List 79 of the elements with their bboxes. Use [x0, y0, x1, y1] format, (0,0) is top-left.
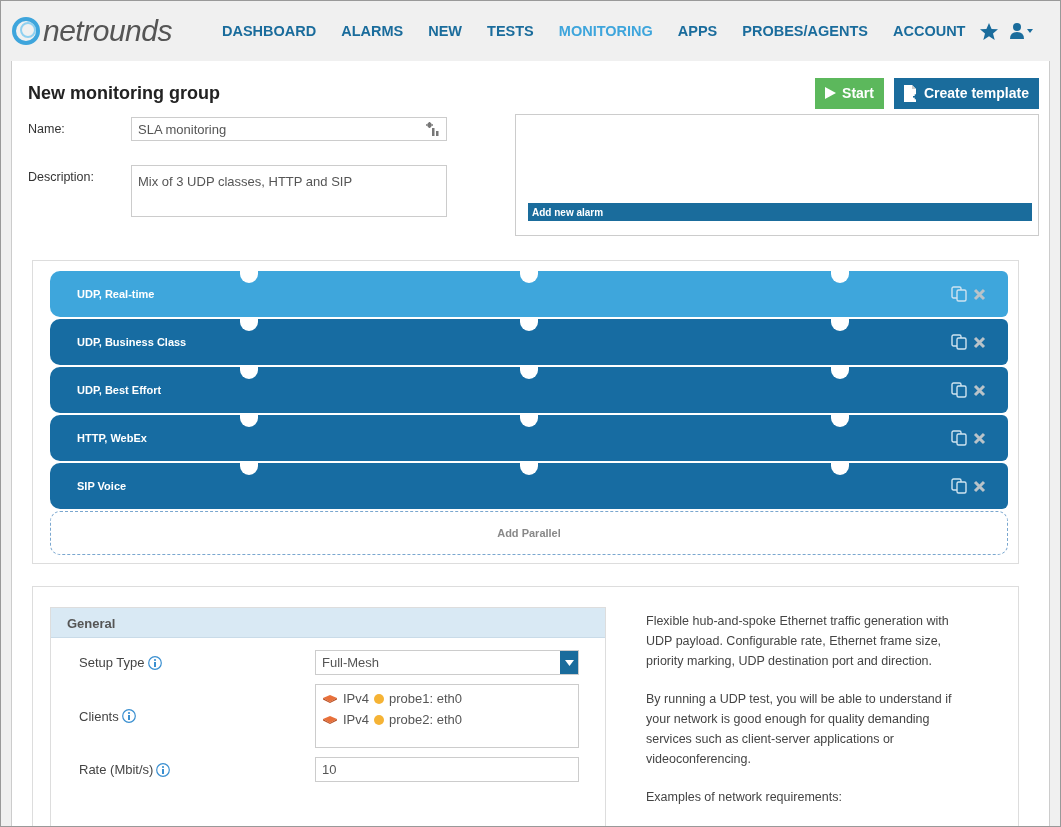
nav-link[interactable]: DASHBOARD	[221, 23, 317, 39]
nav-link[interactable]: ACCOUNT	[892, 23, 966, 39]
test-label: UDP, Real-time	[77, 288, 155, 300]
user-icon[interactable]	[1009, 22, 1036, 40]
description-text: By running a UDP test, you will be able to understand if your network is good enough for quality demanding services such as client-server applications or videoconferencing.	[646, 691, 953, 768]
connector-notch	[240, 271, 258, 283]
connector-notch	[831, 463, 849, 475]
connector-notch	[520, 319, 538, 331]
section-header: General	[51, 608, 605, 638]
field-value: SLA monitoring	[138, 121, 227, 137]
nav-link[interactable]: PROBES/AGENTS	[742, 23, 868, 39]
nav-link[interactable]: ALARMS	[341, 23, 404, 39]
field-label: Setup Type	[79, 655, 145, 670]
create-template-button[interactable]: Create template	[893, 77, 1039, 109]
rate-field[interactable]: 10	[315, 757, 579, 782]
copy-icon[interactable]	[951, 430, 967, 446]
connector-notch	[240, 463, 258, 475]
star-icon[interactable]	[979, 21, 1000, 41]
play-icon	[825, 87, 837, 99]
logo-icon	[11, 16, 41, 46]
field-value: 10	[322, 762, 337, 777]
copy-icon[interactable]	[951, 334, 967, 350]
page-title: New monitoring group	[28, 82, 220, 104]
nav-link[interactable]: NEW	[428, 23, 463, 39]
router-icon	[322, 694, 338, 703]
clients-field[interactable]: IPv4 probe1: eth0 IPv4 probe2: eth0	[315, 684, 579, 748]
connector-notch	[831, 367, 849, 379]
close-icon[interactable]	[973, 431, 986, 445]
connector-notch	[520, 271, 538, 283]
test-block[interactable]: UDP, Best Effort	[50, 367, 1008, 413]
setup-type-dropdown[interactable]: Full-Mesh	[315, 650, 579, 675]
test-block[interactable]: UDP, Business Class	[50, 319, 1008, 365]
wand-icon[interactable]	[426, 122, 440, 136]
connector-notch	[831, 319, 849, 331]
connector-notch	[240, 319, 258, 331]
connector-notch	[240, 415, 258, 427]
probe-name: probe2: eth0	[389, 712, 463, 727]
info-icon[interactable]	[121, 709, 136, 723]
close-icon[interactable]	[973, 383, 986, 397]
copy-icon[interactable]	[951, 286, 967, 302]
test-block[interactable]: HTTP, WebEx	[50, 415, 1008, 461]
test-label: SIP Voice	[77, 480, 127, 492]
test-label: UDP, Business Class	[77, 336, 187, 348]
protocol-text: IPv4	[343, 712, 369, 727]
add-parallel-button[interactable]: Add Parallel	[50, 511, 1008, 555]
probe-name: probe1: eth0	[389, 691, 463, 706]
connector-notch	[831, 415, 849, 427]
test-label: UDP, Best Effort	[77, 384, 162, 396]
close-icon[interactable]	[973, 335, 986, 349]
caret-icon	[564, 659, 574, 666]
close-icon[interactable]	[973, 479, 986, 493]
connector-notch	[240, 367, 258, 379]
test-block[interactable]: SIP Voice	[50, 463, 1008, 509]
description-field[interactable]: Mix of 3 UDP classes, HTTP and SIP	[131, 165, 447, 217]
document-icon	[903, 84, 918, 102]
info-icon[interactable]	[156, 762, 171, 777]
field-value: Full-Mesh	[322, 655, 380, 670]
connector-notch	[520, 463, 538, 475]
router-icon	[322, 715, 338, 724]
description-text: Flexible hub-and-spoke Ethernet traffic generation with UDP payload. Configurable rate, Ethernet frame size, priority marking, UDP destination port and direction.	[646, 613, 950, 670]
connector-notch	[520, 367, 538, 379]
test-label: HTTP, WebEx	[77, 432, 147, 444]
name-field[interactable]: SLA monitoring	[131, 117, 447, 141]
protocol-text: IPv4	[343, 691, 369, 706]
copy-icon[interactable]	[951, 478, 967, 494]
nav-link[interactable]: TESTS	[487, 23, 534, 39]
field-label: Name:	[28, 121, 66, 136]
logo-text: netrounds	[43, 14, 172, 48]
field-label: Clients	[79, 708, 119, 724]
info-icon[interactable]	[147, 655, 162, 670]
field-label: Description:	[28, 169, 95, 184]
connector-notch	[831, 271, 849, 283]
connector-notch	[520, 415, 538, 427]
copy-icon[interactable]	[951, 382, 967, 398]
description-text: Examples of network requirements:	[646, 789, 843, 806]
field-value: Mix of 3 UDP classes, HTTP and SIP	[138, 174, 353, 189]
nav-link[interactable]: APPS	[677, 23, 718, 39]
add-alarm-button[interactable]: Add new alarm	[528, 203, 1032, 221]
field-label: Rate (Mbit/s)	[79, 762, 154, 777]
